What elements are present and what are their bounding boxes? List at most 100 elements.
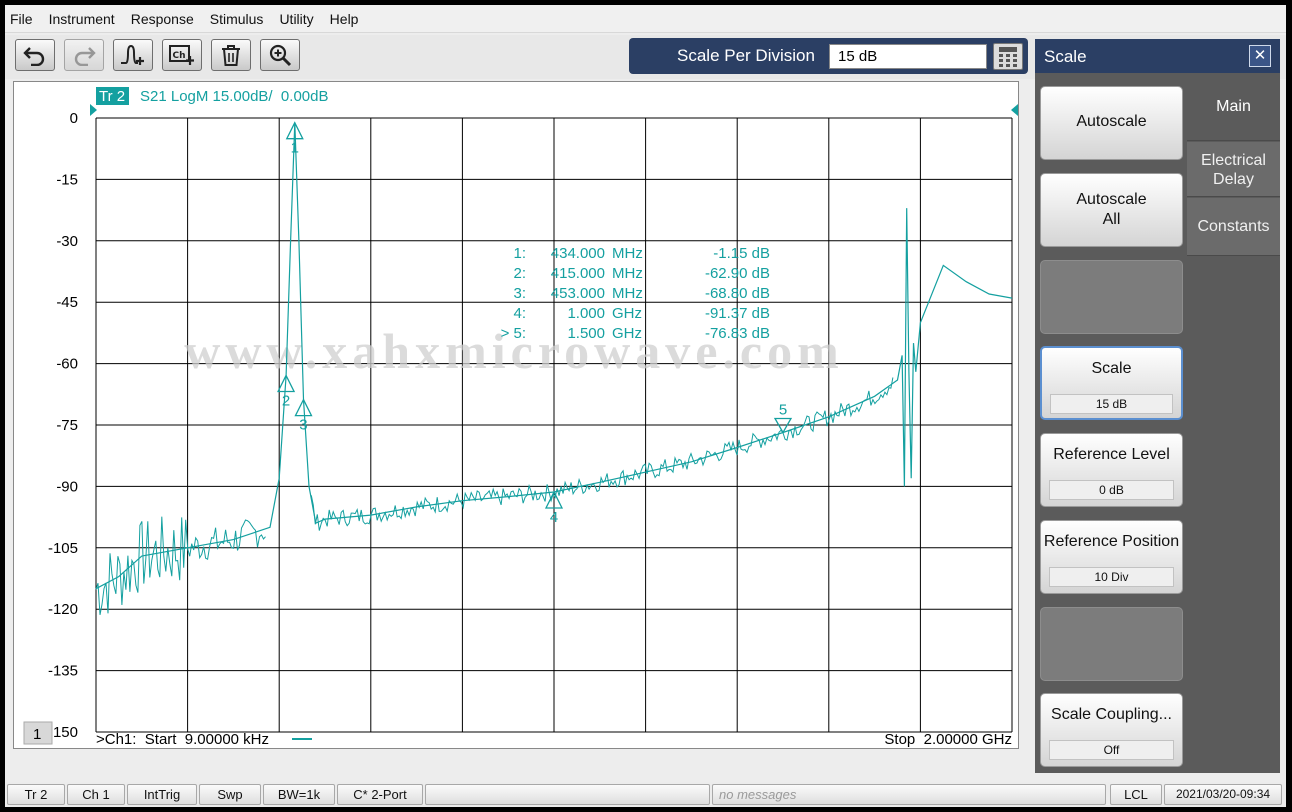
menu-help[interactable]: Help	[330, 11, 359, 27]
graticule	[95, 117, 1013, 733]
trace-id[interactable]: Tr 2	[99, 88, 125, 105]
autoscale-label: Autoscale	[1076, 113, 1147, 130]
marker-readout-index: 3:	[513, 285, 526, 302]
delete-button[interactable]	[211, 39, 251, 71]
vna-window: File Instrument Response Stimulus Utilit…	[5, 5, 1286, 807]
marker-readout-index: 2:	[513, 265, 526, 282]
delete-icon	[222, 45, 240, 66]
reference-position-value: 10 Div	[1049, 567, 1174, 587]
status-datetime: 2021/03/20-09:34	[1164, 784, 1282, 805]
svg-text:Ch: Ch	[173, 51, 186, 61]
panel-header: Scale ✕	[1035, 39, 1280, 73]
reference-level-label: Reference Level	[1053, 446, 1170, 463]
add-marker-icon	[121, 44, 144, 65]
undo-button[interactable]	[15, 39, 55, 71]
close-icon[interactable]: ✕	[1249, 45, 1271, 67]
y-tick-label: -15	[56, 171, 78, 188]
redo-button[interactable]	[64, 39, 104, 71]
tab-constants-label: Constants	[1197, 218, 1270, 235]
trace-description: S21 LogM 15.00dB/ 0.00dB	[140, 88, 328, 105]
status-channel[interactable]: Ch 1	[67, 784, 125, 805]
spd-label: Scale Per Division	[677, 46, 815, 65]
status-messages: no messages	[712, 784, 1106, 805]
add-marker-button[interactable]	[113, 39, 153, 71]
start-frequency[interactable]: >Ch1: Start 9.00000 kHz	[96, 731, 269, 748]
zoom-button[interactable]	[260, 39, 300, 71]
right-reference-arrow	[1011, 104, 1018, 116]
channel-number: 1	[33, 726, 41, 743]
menu-utility[interactable]: Utility	[279, 11, 313, 27]
reference-level-value: 0 dB	[1049, 480, 1174, 500]
status-bandwidth[interactable]: BW=1k	[263, 784, 335, 805]
status-sweep[interactable]: Swp	[199, 784, 261, 805]
marker-readout-unit: GHz	[612, 305, 642, 322]
marker-readout-unit: MHz	[612, 285, 643, 302]
marker-readout-frequency: 415.000	[551, 265, 605, 282]
marker-readout-index: 4:	[513, 305, 526, 322]
tab-main-label: Main	[1216, 98, 1251, 115]
empty-softkey	[1040, 260, 1183, 334]
marker-readout-index: > 5:	[501, 325, 526, 342]
status-calibration[interactable]: C* 2-Port	[337, 784, 423, 805]
marker-number: 1	[291, 140, 299, 157]
status-lcl[interactable]: LCL	[1110, 784, 1162, 805]
reference-level-button[interactable]: Reference Level 0 dB	[1040, 433, 1183, 507]
marker-readout-unit: MHz	[612, 245, 643, 262]
marker-readout-value: -1.15 dB	[713, 245, 770, 262]
marker-readout-unit: GHz	[612, 325, 642, 342]
scale-label: Scale	[1091, 360, 1132, 377]
marker-readout-frequency: 453.000	[551, 285, 605, 302]
reference-position-button[interactable]: Reference Position 10 Div	[1040, 520, 1183, 594]
keypad-button[interactable]	[993, 43, 1023, 70]
autoscale-button[interactable]: Autoscale	[1040, 86, 1183, 160]
y-tick-label: -120	[48, 601, 78, 618]
status-trace[interactable]: Tr 2	[7, 784, 65, 805]
reference-position-label: Reference Position	[1043, 533, 1180, 550]
scale-button[interactable]: Scale 15 dB	[1040, 346, 1183, 420]
trace-noise-overlay	[95, 377, 894, 615]
marker-readout-value: -91.37 dB	[705, 305, 770, 322]
redo-icon	[74, 47, 96, 66]
tab-electrical-delay-line1: Electrical	[1201, 152, 1266, 169]
marker-number: 2	[282, 392, 290, 409]
menu-response[interactable]: Response	[131, 11, 194, 27]
scale-coupling-label: Scale Coupling...	[1051, 706, 1172, 723]
left-reference-arrow	[90, 104, 97, 116]
scale-coupling-button[interactable]: Scale Coupling... Off	[1040, 693, 1183, 767]
menu-bar: File Instrument Response Stimulus Utilit…	[5, 5, 1286, 33]
marker-readout-unit: MHz	[612, 265, 643, 282]
menu-stimulus[interactable]: Stimulus	[210, 11, 264, 27]
tab-main[interactable]: Main	[1187, 73, 1280, 141]
add-channel-icon: Ch	[169, 45, 194, 65]
marker-readout-frequency: 434.000	[551, 245, 605, 262]
marker-number: 5	[779, 401, 787, 418]
y-tick-label: -60	[56, 356, 78, 373]
tab-electrical-delay[interactable]: Electrical Delay	[1187, 142, 1280, 197]
spd-input[interactable]: 15 dB	[829, 44, 987, 69]
marker-readout-value: -62.90 dB	[705, 265, 770, 282]
add-channel-button[interactable]: Ch	[162, 39, 202, 71]
y-tick-labels: 0-15-30-45-60-75-90-105-120-135-150	[48, 110, 78, 741]
marker-readout-index: 1:	[513, 245, 526, 262]
marker-number: 3	[299, 417, 307, 434]
y-tick-label: -135	[48, 663, 78, 680]
tab-constants[interactable]: Constants	[1187, 198, 1280, 256]
menu-instrument[interactable]: Instrument	[49, 11, 115, 27]
undo-icon	[23, 47, 45, 66]
autoscale-all-button[interactable]: Autoscale All	[1040, 173, 1183, 247]
status-trigger[interactable]: IntTrig	[127, 784, 197, 805]
panel-title: Scale	[1044, 47, 1087, 66]
trace-plot[interactable]: 0-15-30-45-60-75-90-105-120-135-150 www.…	[14, 82, 1020, 750]
scale-per-division-bar: Scale Per Division 15 dB	[629, 38, 1028, 74]
marker-readout-frequency: 1.500	[567, 325, 605, 342]
stop-frequency[interactable]: Stop 2.00000 GHz	[884, 731, 1012, 748]
y-tick-label: -90	[56, 478, 78, 495]
measurement-display: 0 -15 -30 -45 -60 -75 -90 -105 -120 -135 -150 www.…	[13, 81, 1019, 749]
marker-readout-frequency: 1.000	[567, 305, 605, 322]
y-tick-label: -75	[56, 417, 78, 434]
scale-softkey-panel: Scale ✕ Autoscale Autoscale All Scale 15…	[1035, 39, 1280, 773]
menu-file[interactable]: File	[10, 11, 33, 27]
y-tick-label: -30	[56, 233, 78, 250]
marker-readout-value: -76.83 dB	[705, 325, 770, 342]
autoscale-all-line2: All	[1102, 211, 1121, 228]
